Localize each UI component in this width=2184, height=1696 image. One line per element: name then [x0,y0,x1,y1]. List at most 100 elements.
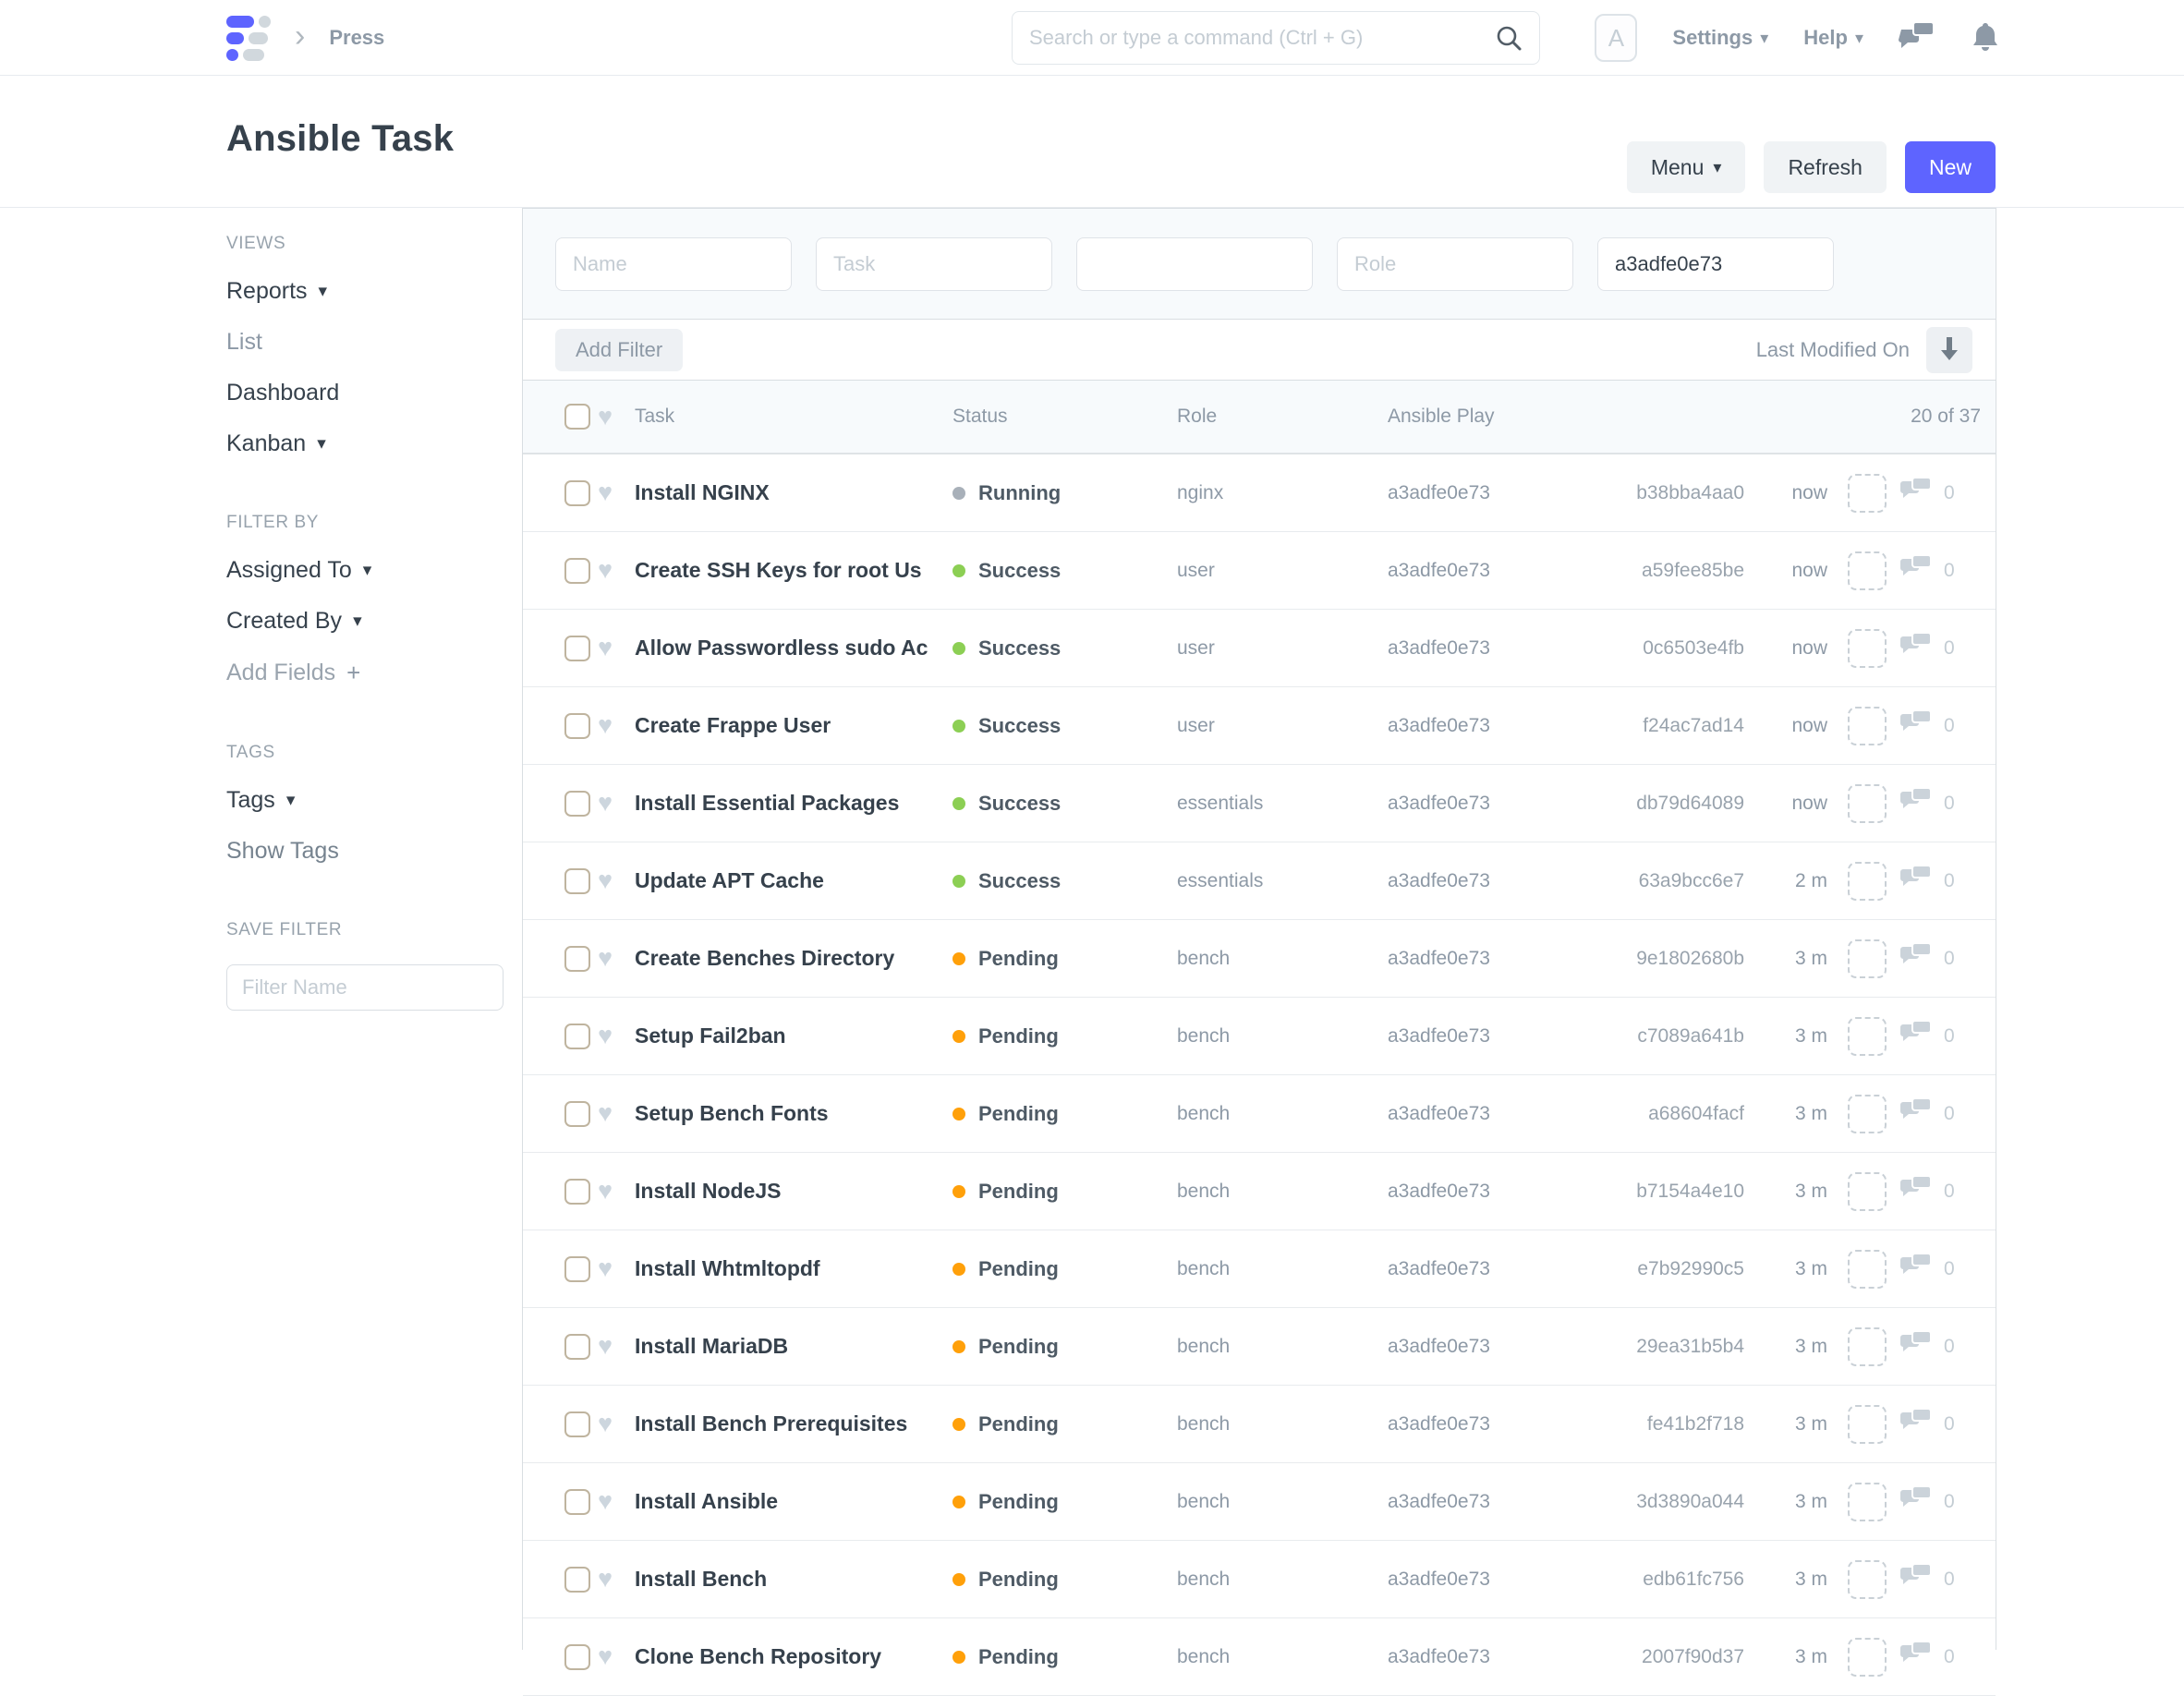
like-heart-icon[interactable]: ♥ [590,1334,635,1359]
task-name-link[interactable]: Install NGINX [635,480,932,505]
like-heart-icon[interactable]: ♥ [590,791,635,816]
row-checkbox[interactable] [564,1644,590,1670]
table-row[interactable]: ♥ Create SSH Keys for root Us Success us… [523,532,1996,610]
comments-button[interactable]: 0 [1887,1329,1988,1363]
sidebar-item-tags[interactable]: Tags ▾ [226,787,504,814]
task-name-link[interactable]: Allow Passwordless sudo Ac [635,636,932,660]
row-checkbox[interactable] [564,1334,590,1360]
assign-avatar-placeholder[interactable] [1848,1483,1887,1521]
task-name-link[interactable]: Install Essential Packages [635,791,932,816]
comments-button[interactable]: 0 [1887,1407,1988,1441]
comments-button[interactable]: 0 [1887,1096,1988,1131]
table-row[interactable]: ♥ Install MariaDB Pending bench a3adfe0e… [523,1308,1996,1386]
sidebar-item-kanban[interactable]: Kanban ▾ [226,430,504,457]
menu-button[interactable]: Menu ▾ [1627,141,1746,193]
filter-input-name[interactable] [555,237,792,291]
task-name-link[interactable]: Install Bench [635,1567,932,1592]
task-name-link[interactable]: Create Frappe User [635,713,932,738]
sort-direction-button[interactable] [1926,327,1972,373]
row-checkbox[interactable] [564,1256,590,1282]
filter-name-input[interactable] [226,964,504,1011]
assign-avatar-placeholder[interactable] [1848,551,1887,590]
row-checkbox[interactable] [564,868,590,894]
assign-avatar-placeholder[interactable] [1848,707,1887,745]
filter-input-task[interactable] [816,237,1052,291]
row-checkbox[interactable] [564,1101,590,1127]
like-heart-icon[interactable]: ♥ [590,1411,635,1436]
table-row[interactable]: ♥ Install Ansible Pending bench a3adfe0e… [523,1463,1996,1541]
row-checkbox[interactable] [564,636,590,661]
frappe-logo-icon[interactable] [226,16,271,61]
assign-avatar-placeholder[interactable] [1848,474,1887,513]
sidebar-item-reports[interactable]: Reports ▾ [226,278,504,305]
assign-avatar-placeholder[interactable] [1848,1638,1887,1677]
comments-button[interactable]: 0 [1887,1019,1988,1053]
breadcrumb[interactable]: Press [329,26,384,50]
table-row[interactable]: ♥ Update APT Cache Success essentials a3… [523,842,1996,920]
row-checkbox[interactable] [564,558,590,584]
assign-avatar-placeholder[interactable] [1848,939,1887,978]
table-row[interactable]: ♥ Allow Passwordless sudo Ac Success use… [523,610,1996,687]
sidebar-item-list[interactable]: List [226,329,504,356]
task-name-link[interactable]: Install MariaDB [635,1334,932,1359]
assign-avatar-placeholder[interactable] [1848,1017,1887,1056]
sidebar-item-add-fields[interactable]: Add Fields + [226,659,504,687]
comments-button[interactable]: 0 [1887,786,1988,820]
sidebar-item-created-by[interactable]: Created By ▾ [226,608,504,635]
notifications-bell-icon[interactable] [1971,21,2000,55]
select-all-checkbox[interactable] [564,404,590,430]
table-row[interactable]: ♥ Install NodeJS Pending bench a3adfe0e7… [523,1153,1996,1230]
row-checkbox[interactable] [564,480,590,506]
row-checkbox[interactable] [564,1179,590,1205]
table-row[interactable]: ♥ Install Essential Packages Success ess… [523,765,1996,842]
like-heart-icon[interactable]: ♥ [590,1179,635,1204]
table-row[interactable]: ♥ Install NGINX Running nginx a3adfe0e73… [523,454,1996,532]
comments-button[interactable]: 0 [1887,1252,1988,1286]
comments-button[interactable]: 0 [1887,1484,1988,1519]
table-row[interactable]: ♥ Install Bench Pending bench a3adfe0e73… [523,1541,1996,1618]
search-input[interactable] [1029,26,1495,50]
refresh-button[interactable]: Refresh [1764,141,1887,193]
task-name-link[interactable]: Update APT Cache [635,868,932,893]
task-name-link[interactable]: Install Ansible [635,1489,932,1514]
comments-button[interactable]: 0 [1887,1174,1988,1208]
row-checkbox[interactable] [564,1567,590,1593]
settings-menu[interactable]: Settings ▾ [1672,26,1768,50]
assign-avatar-placeholder[interactable] [1848,629,1887,668]
liked-by-filter-heart-icon[interactable]: ♥ [590,405,635,430]
row-checkbox[interactable] [564,1411,590,1437]
like-heart-icon[interactable]: ♥ [590,1024,635,1048]
new-button[interactable]: New [1905,141,1996,193]
comments-button[interactable]: 0 [1887,1562,1988,1596]
table-row[interactable]: ♥ Setup Bench Fonts Pending bench a3adfe… [523,1075,1996,1153]
assign-avatar-placeholder[interactable] [1848,1405,1887,1444]
like-heart-icon[interactable]: ♥ [590,713,635,738]
comments-button[interactable]: 0 [1887,1640,1988,1674]
task-name-link[interactable]: Install Bench Prerequisites [635,1411,932,1436]
comments-button[interactable]: 0 [1887,864,1988,898]
comments-button[interactable]: 0 [1887,553,1988,588]
assign-avatar-placeholder[interactable] [1848,862,1887,901]
filter-input-role[interactable] [1337,237,1573,291]
like-heart-icon[interactable]: ♥ [590,558,635,583]
like-heart-icon[interactable]: ♥ [590,1489,635,1514]
row-checkbox[interactable] [564,713,590,739]
assign-avatar-placeholder[interactable] [1848,1095,1887,1133]
comments-button[interactable]: 0 [1887,941,1988,975]
assign-avatar-placeholder[interactable] [1848,1250,1887,1289]
filter-input-status[interactable] [1076,237,1313,291]
table-row[interactable]: ♥ Install Bench Prerequisites Pending be… [523,1386,1996,1463]
filter-input-ansible-play[interactable] [1597,237,1834,291]
comments-button[interactable]: 0 [1887,709,1988,743]
row-checkbox[interactable] [564,1489,590,1515]
task-name-link[interactable]: Setup Fail2ban [635,1024,932,1048]
like-heart-icon[interactable]: ♥ [590,868,635,893]
like-heart-icon[interactable]: ♥ [590,1101,635,1126]
comments-button[interactable]: 0 [1887,476,1988,510]
task-name-link[interactable]: Setup Bench Fonts [635,1101,932,1126]
sidebar-item-assigned-to[interactable]: Assigned To ▾ [226,557,504,584]
like-heart-icon[interactable]: ♥ [590,480,635,505]
task-name-link[interactable]: Install NodeJS [635,1179,932,1204]
row-checkbox[interactable] [564,1024,590,1049]
assign-avatar-placeholder[interactable] [1848,1327,1887,1366]
